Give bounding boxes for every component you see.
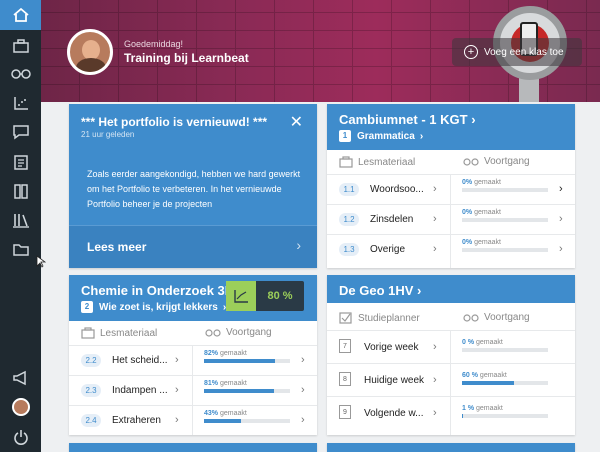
chevron-right-icon: › [433,213,437,225]
card-header[interactable]: Chemie in Onderzoek 3H 2 Wie zoet is, kri… [69,275,317,321]
home-icon[interactable] [0,0,41,30]
add-class-label: Voeg een klas toe [484,46,564,58]
progress-fill [204,359,275,363]
list-item[interactable]: 9 Volgende w... › 1 % gemaakt [327,396,575,429]
score-badge[interactable]: 80 % [226,281,304,311]
calendar-icon: 7 [339,339,351,353]
add-class-button[interactable]: + Voeg een klas toe [452,38,582,66]
list-item[interactable]: 2.3 Indampen ... › 81% gemaakt › [69,375,317,405]
chevron-right-icon: › [175,354,179,366]
progress: 43% gemaakt [204,410,290,423]
progress: 1 % gemaakt [462,405,548,418]
progress: 81% gemaakt [204,380,290,393]
calendar-icon: 9 [339,405,351,419]
score-value: 80 % [267,290,293,302]
progress-fill [462,414,463,418]
briefcase-icon [81,327,95,339]
progress: 0% gemaakt [462,209,548,222]
col-lesmateriaal: Lesmateriaal [339,156,415,168]
briefcase-icon[interactable] [0,31,41,61]
chevron-right-icon[interactable]: › [559,183,563,195]
list-item[interactable]: 1.1 Woordsoo... › 0% gemaakt › [327,174,575,204]
chevron-right-icon: › [175,414,179,426]
portfolio-body: Zoals eerder aangekondigd, hebben we har… [87,169,301,209]
list-item[interactable]: 7 Vorige week › 0 % gemaakt [327,330,575,363]
power-icon[interactable] [0,422,41,452]
plus-icon: + [464,45,478,59]
card-title[interactable]: Chemie in Onderzoek 3H [81,283,231,298]
col-lesmateriaal: Lesmateriaal [81,327,157,339]
list-item[interactable]: 2.2 Het scheid... › 82% gemaakt › [69,345,317,375]
list-item[interactable]: 1.2 Zinsdelen › 0% gemaakt › [327,204,575,234]
chevron-right-icon[interactable]: › [559,243,563,255]
progress: 0 % gemaakt [462,339,548,352]
chevron-right-icon[interactable]: › [301,414,305,426]
chapter-badge[interactable]: 2 Wie zoet is, krijgt lekkers › [81,301,226,313]
list-item[interactable]: 2.4 Extraheren › 43% gemaakt › [69,405,317,435]
chevron-right-icon: › [433,183,437,195]
cursor-icon [36,255,46,268]
progress-fill [462,381,514,385]
card-title[interactable]: Cambiumnet - 1 KGT › [339,112,476,127]
greeting: Goedemiddag! [124,39,184,49]
progress: 0% gemaakt [462,239,548,252]
sidebar [0,0,41,452]
class-card-partial[interactable] [327,443,575,452]
progress-fill [204,419,241,423]
chevron-right-icon: › [433,243,437,255]
chevron-right-icon[interactable]: › [559,213,563,225]
card-header[interactable]: De Geo 1HV › [327,275,575,303]
col-voortgang: Voortgang [463,312,530,323]
progress: 60 % gemaakt [462,372,548,385]
chart-icon [226,281,256,311]
briefcase-icon [339,156,353,168]
portfolio-icon[interactable] [0,176,41,206]
portfolio-news-card: *** Het portfolio is vernieuwd! *** 21 u… [69,104,317,268]
class-card-geo: De Geo 1HV › Studieplanner Voortgang 7 V… [327,275,575,435]
col-studieplanner: Studieplanner [339,312,420,324]
class-card-chemie: Chemie in Onderzoek 3H 2 Wie zoet is, kri… [69,275,317,435]
glasses-icon [463,313,479,322]
chevron-right-icon[interactable]: › [301,384,305,396]
avatar [67,29,113,75]
col-voortgang: Voortgang [205,327,272,338]
chevron-right-icon: › [433,374,437,386]
clipboard-icon[interactable] [0,146,41,176]
col-voortgang: Voortgang [463,156,530,167]
progress: 0% gemaakt [462,179,548,192]
checkbox-icon [339,312,352,324]
class-card-partial[interactable] [69,443,317,452]
chevron-right-icon: › [433,341,437,353]
glasses-icon [463,157,479,166]
list-item[interactable]: 1.3 Overige › 0% gemaakt › [327,234,575,264]
close-icon[interactable]: ✕ [290,115,303,131]
class-card-cambium: Cambiumnet - 1 KGT › 1 Grammatica › Lesmat… [327,104,575,268]
chevron-right-icon: › [433,407,437,419]
chapter-badge[interactable]: 1 Grammatica › [339,130,423,142]
progress: 82% gemaakt [204,350,290,363]
progress-fill [204,389,274,393]
user-name: Training bij Learnbeat [124,51,249,65]
header-banner: Goedemiddag! Training bij Learnbeat + Vo… [41,0,600,102]
calendar-icon: 8 [339,372,351,386]
user-avatar[interactable] [0,392,41,422]
chevron-right-icon[interactable]: › [301,354,305,366]
portfolio-time: 21 uur geleden [81,130,135,139]
list-item[interactable]: 8 Huidige week › 60 % gemaakt [327,363,575,396]
chart-icon[interactable] [0,88,41,118]
glasses-icon[interactable] [0,58,41,88]
card-header[interactable]: Cambiumnet - 1 KGT › 1 Grammatica › [327,104,575,150]
glasses-icon [205,328,221,337]
chevron-right-icon: › [296,237,301,253]
chevron-right-icon: › [175,384,179,396]
portfolio-title: *** Het portfolio is vernieuwd! *** [81,115,268,129]
folder-icon[interactable] [0,234,41,264]
card-title[interactable]: De Geo 1HV › [339,283,421,298]
chat-icon[interactable] [0,117,41,147]
megaphone-icon[interactable] [0,363,41,393]
read-more-button[interactable]: Lees meer › [69,225,317,268]
read-more-label: Lees meer [87,240,147,254]
library-icon[interactable] [0,205,41,235]
